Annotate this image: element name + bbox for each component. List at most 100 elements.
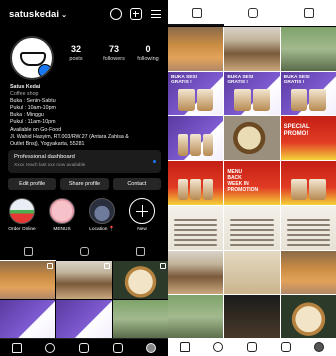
- profile-avatar[interactable]: [10, 36, 54, 80]
- grid-tab-icon[interactable]: [24, 247, 33, 256]
- profile-avatar-icon[interactable]: [146, 343, 157, 353]
- post-thumbnail[interactable]: [280, 250, 336, 295]
- post-thumbnail[interactable]: [224, 116, 280, 161]
- profile-topbar: satuskedai ⌄: [0, 0, 168, 30]
- stat-following-label: following: [137, 56, 159, 62]
- share-profile-button[interactable]: Share profile: [60, 178, 109, 190]
- post-thumbnail[interactable]: [224, 295, 280, 339]
- post-thumbnail[interactable]: SPECIAL PROMO!: [280, 116, 336, 161]
- post-thumbnail[interactable]: [168, 161, 224, 205]
- bio-line: Available on Go-Food: [10, 126, 62, 133]
- profile-tabs: [0, 245, 168, 261]
- profile-post-grid: [0, 261, 168, 338]
- stat-following-value: 0: [145, 44, 151, 54]
- username-switcher[interactable]: satuskedai ⌄: [9, 9, 67, 20]
- add-icon[interactable]: [246, 342, 257, 352]
- highlight-order-online[interactable]: Order Online: [8, 198, 36, 232]
- grid-tab-icon[interactable]: [192, 8, 202, 18]
- profile-avatar-icon[interactable]: [314, 342, 325, 352]
- post-grid: BUKA SESI GRATIS ! BUKA SESI GRATIS ! BU…: [168, 27, 336, 339]
- reels-icon[interactable]: [280, 342, 291, 352]
- post-thumbnail[interactable]: [224, 250, 280, 295]
- post-thumbnail[interactable]: [168, 205, 224, 250]
- highlight-label: Location 📍: [89, 227, 115, 232]
- post-thumbnail[interactable]: [56, 261, 112, 299]
- tagged-tab-icon[interactable]: [136, 247, 145, 256]
- promo-caption: BUKA SESI GRATIS !: [227, 74, 254, 86]
- reels-tab-icon[interactable]: [80, 247, 89, 256]
- tagged-tab-icon[interactable]: [304, 8, 314, 18]
- post-thumbnail[interactable]: [56, 300, 112, 338]
- highlight-cover: [9, 198, 35, 224]
- bio-line: Buka : Minggu: [10, 112, 44, 119]
- bio-name: Satus Kedai: [10, 84, 41, 90]
- post-thumbnail[interactable]: [112, 300, 168, 338]
- post-thumbnail[interactable]: [112, 261, 168, 299]
- stat-followers-label: followers: [103, 56, 125, 62]
- post-thumbnail[interactable]: [280, 27, 336, 71]
- search-icon[interactable]: [45, 343, 56, 353]
- reels-icon[interactable]: [112, 343, 123, 353]
- chevron-down-icon: ⌄: [61, 12, 68, 19]
- pinned-icon: [159, 263, 166, 269]
- menu-icon[interactable]: [150, 8, 162, 20]
- highlight-cover: [89, 198, 115, 224]
- bio-category: Coffee shop: [10, 91, 39, 98]
- post-thumbnail[interactable]: [168, 295, 224, 339]
- profile-actions: Edit profile Share profile Contact: [8, 178, 161, 190]
- stat-followers[interactable]: 73 followers: [96, 44, 132, 62]
- home-icon[interactable]: [179, 342, 190, 352]
- post-thumbnail[interactable]: [280, 205, 336, 250]
- post-thumbnail[interactable]: [0, 261, 56, 299]
- profile-pane: satuskedai ⌄ 32 posts 73 followers 0 foll: [0, 0, 168, 356]
- stat-posts[interactable]: 32 posts: [58, 44, 94, 62]
- highlight-new[interactable]: New: [128, 198, 156, 232]
- active-tab-indicator: [168, 24, 224, 26]
- menu-caption: MENU BACK WEEK IN PROMOTION: [227, 169, 259, 194]
- post-thumbnail[interactable]: BUKA SESI GRATIS !: [224, 71, 280, 116]
- reels-tab-icon[interactable]: [248, 8, 258, 18]
- post-thumbnail[interactable]: [280, 161, 336, 205]
- contact-button[interactable]: Contact: [112, 178, 161, 190]
- stat-posts-label: posts: [69, 56, 83, 62]
- add-icon[interactable]: [78, 343, 89, 353]
- stat-following[interactable]: 0 following: [130, 44, 166, 62]
- dashboard-subtitle: Xxxx reach last xxx now available: [14, 163, 86, 168]
- grid-tabs: [168, 0, 336, 26]
- threads-icon[interactable]: [110, 8, 122, 20]
- pinned-icon: [47, 263, 54, 269]
- search-icon[interactable]: [213, 342, 224, 352]
- bio-line: Jl. Wahid Hasyim, RT.003/RW.27 (Antara Z…: [10, 133, 129, 140]
- add-post-icon[interactable]: [130, 8, 142, 20]
- bottom-nav: [0, 338, 168, 356]
- add-story-icon[interactable]: [38, 64, 52, 78]
- post-thumbnail[interactable]: [224, 27, 280, 71]
- post-thumbnail[interactable]: BUKA SESI GRATIS !: [280, 71, 336, 116]
- promo-caption: BUKA SESI GRATIS !: [283, 74, 310, 86]
- post-thumbnail[interactable]: [168, 250, 224, 295]
- home-icon[interactable]: [11, 343, 22, 353]
- edit-profile-button[interactable]: Edit profile: [8, 178, 57, 190]
- story-highlights: Order Online MENUS Location 📍 New: [8, 198, 168, 240]
- post-grid-pane: BUKA SESI GRATIS ! BUKA SESI GRATIS ! BU…: [168, 0, 336, 356]
- post-thumbnail[interactable]: [224, 205, 280, 250]
- notification-dot-icon: [153, 160, 156, 163]
- post-thumbnail[interactable]: [0, 300, 56, 338]
- bio-line: Buka : Senin-Sabtu: [10, 98, 56, 105]
- highlight-cover: [49, 198, 75, 224]
- post-thumbnail[interactable]: [168, 27, 224, 71]
- post-thumbnail[interactable]: MENU BACK WEEK IN PROMOTION: [224, 161, 280, 205]
- plus-icon: [129, 198, 155, 224]
- post-thumbnail[interactable]: [168, 116, 224, 161]
- promo-caption: BUKA SESI GRATIS !: [171, 74, 197, 86]
- post-thumbnail[interactable]: BUKA SESI GRATIS !: [168, 71, 224, 116]
- screen: satuskedai ⌄ 32 posts 73 followers 0 foll: [0, 0, 336, 356]
- professional-dashboard[interactable]: Professional dashboard Xxxx reach last x…: [8, 150, 161, 173]
- post-thumbnail[interactable]: [280, 295, 336, 339]
- stat-posts-value: 32: [70, 44, 81, 54]
- special-promo-caption: SPECIAL PROMO!: [283, 124, 310, 138]
- highlight-menus[interactable]: MENUS: [48, 198, 76, 232]
- highlight-location[interactable]: Location 📍: [88, 198, 116, 232]
- bio-line: Pukul : 11am-10pm: [10, 119, 56, 126]
- stat-followers-value: 73: [108, 44, 119, 54]
